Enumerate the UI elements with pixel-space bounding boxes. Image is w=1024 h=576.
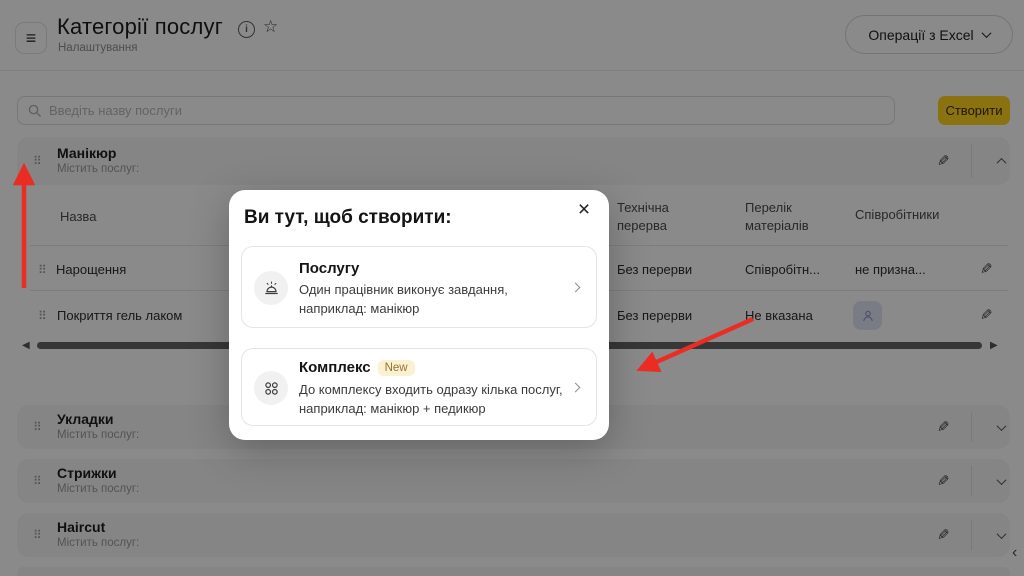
service-icon-circle: [254, 271, 288, 305]
chevron-right-glyph: [570, 282, 581, 293]
option-description: До комплексу входить одразу кілька послу…: [299, 380, 563, 418]
option-service-card[interactable]: Послугу Один працівник виконує завдання,…: [241, 246, 597, 328]
option-description: Один працівник виконує завдання, наприкл…: [299, 280, 508, 318]
option-complex-card[interactable]: Комплекс New До комплексу входить одразу…: [241, 348, 597, 426]
option-desc-line1: До комплексу входить одразу кілька послу…: [299, 382, 563, 397]
option-title: Комплекс New: [299, 359, 415, 376]
option-desc-line1: Один працівник виконує завдання,: [299, 282, 508, 297]
create-choice-modal: Ви тут, щоб створити: × Послугу Один пра…: [229, 190, 609, 440]
group-circles-icon: [264, 381, 278, 395]
complex-icon-circle: [254, 371, 288, 405]
new-badge: New: [377, 359, 415, 376]
chevron-right-icon: [570, 278, 581, 296]
chevron-right-glyph: [570, 382, 581, 393]
service-bell-icon: [264, 281, 278, 294]
option-title: Послугу: [299, 260, 359, 277]
option-desc-line2: наприклад: манікюр + педикюр: [299, 401, 486, 416]
option-desc-line2: наприклад: манікюр: [299, 301, 420, 316]
close-icon[interactable]: ×: [572, 198, 596, 222]
option-title-text: Комплекс: [299, 359, 371, 376]
modal-title: Ви тут, щоб створити:: [244, 207, 452, 228]
option-title-text: Послугу: [299, 260, 360, 277]
chevron-right-icon: [570, 378, 581, 396]
